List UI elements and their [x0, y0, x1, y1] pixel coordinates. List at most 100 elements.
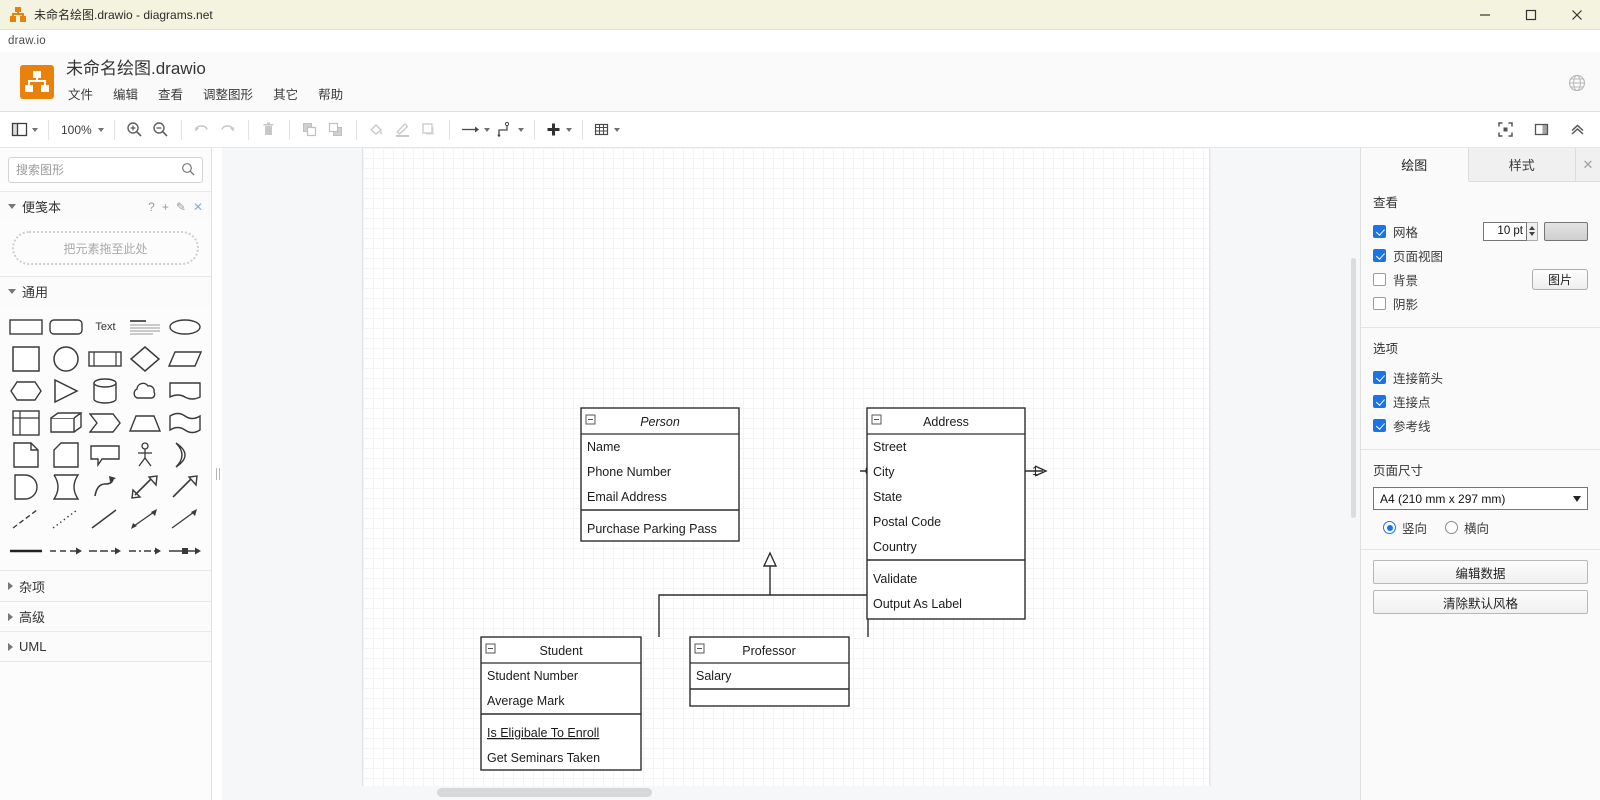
trash-icon[interactable]	[256, 117, 282, 143]
close-button[interactable]	[1554, 0, 1600, 30]
to-front-icon[interactable]	[297, 117, 323, 143]
grid-size-spinner[interactable]	[1527, 222, 1538, 241]
maximize-button[interactable]	[1508, 0, 1554, 30]
close-panel-icon[interactable]: ✕	[1576, 148, 1600, 181]
sidebar-splitter[interactable]	[212, 148, 222, 800]
grid-checkbox[interactable]	[1373, 225, 1386, 238]
shadow-checkbox[interactable]	[1373, 297, 1386, 310]
format-panel-icon[interactable]	[1528, 117, 1554, 143]
undo-icon[interactable]	[189, 117, 215, 143]
waypoints-icon[interactable]	[493, 117, 527, 143]
connection-points-checkbox[interactable]	[1373, 395, 1386, 408]
paper-size-select[interactable]: A4 (210 mm x 297 mm)	[1373, 487, 1588, 510]
canvas-area[interactable]: lives at 0..1 1 Person Name Phone Number	[222, 148, 1360, 800]
shape-rectangle[interactable]	[8, 316, 44, 338]
shape-double-arrow-line[interactable]	[127, 508, 163, 530]
shape-note[interactable]	[8, 444, 44, 466]
canvas-hscroll-track[interactable]	[222, 786, 1360, 800]
table-icon[interactable]	[590, 117, 623, 143]
grid-size-input[interactable]: 10 pt	[1483, 222, 1527, 241]
zoom-in-icon[interactable]	[122, 117, 148, 143]
scratchpad-help-icon[interactable]: ?	[148, 200, 155, 214]
scratchpad-dropzone[interactable]: 把元素拖至此处	[12, 231, 199, 265]
shape-dashed-arrow-2[interactable]	[87, 540, 123, 562]
connection-arrows-checkbox[interactable]	[1373, 371, 1386, 384]
tab-diagram[interactable]: 绘图	[1361, 148, 1469, 182]
shadow-icon[interactable]	[416, 117, 442, 143]
shape-trapezoid[interactable]	[127, 412, 163, 434]
search-shapes-box[interactable]	[8, 157, 203, 183]
shape-cube[interactable]	[48, 412, 84, 434]
orientation-landscape[interactable]: 横向	[1445, 518, 1489, 537]
zoom-out-icon[interactable]	[148, 117, 174, 143]
line-color-icon[interactable]	[390, 117, 416, 143]
shape-diamond[interactable]	[127, 348, 163, 370]
shape-curved-arrow[interactable]	[87, 476, 123, 498]
shape-parallelogram[interactable]	[167, 348, 203, 370]
fullscreen-icon[interactable]	[1492, 117, 1518, 143]
background-checkbox[interactable]	[1373, 273, 1386, 286]
shape-dashed-arrow-link[interactable]	[48, 540, 84, 562]
shape-directional-arrow[interactable]	[167, 476, 203, 498]
view-layout-icon[interactable]	[8, 117, 41, 143]
zoom-level-dropdown[interactable]: 100%	[56, 117, 107, 143]
shape-bidirectional-arrow[interactable]	[127, 476, 163, 498]
menu-arrange[interactable]: 调整图形	[201, 83, 255, 104]
shape-delay[interactable]	[8, 476, 44, 498]
background-image-button[interactable]: 图片	[1532, 269, 1588, 290]
scratchpad-close-icon[interactable]: ✕	[193, 200, 203, 214]
collapse-chevrons-icon[interactable]	[1564, 117, 1590, 143]
menu-extras[interactable]: 其它	[271, 83, 300, 104]
shape-rounded-rectangle[interactable]	[48, 316, 84, 338]
shape-card[interactable]	[48, 444, 84, 466]
shape-data-storage[interactable]	[48, 476, 84, 498]
shape-arrow-line[interactable]	[167, 508, 203, 530]
globe-icon[interactable]	[1568, 74, 1586, 92]
search-icon[interactable]	[181, 162, 195, 179]
shape-callout[interactable]	[87, 444, 123, 466]
orientation-portrait[interactable]: 竖向	[1383, 518, 1427, 537]
shape-actor[interactable]	[127, 444, 163, 466]
shape-square[interactable]	[8, 348, 44, 370]
grid-color-swatch[interactable]	[1544, 222, 1588, 241]
shape-solid-link[interactable]	[8, 540, 44, 562]
menu-help[interactable]: 帮助	[316, 83, 345, 104]
redo-icon[interactable]	[215, 117, 241, 143]
sidebar-section-scratchpad[interactable]: 便笺本 ? + ✎ ✕	[0, 191, 211, 221]
canvas-hscroll-thumb[interactable]	[437, 788, 652, 797]
scratchpad-add-icon[interactable]: +	[162, 200, 169, 214]
shape-hexagon[interactable]	[8, 380, 44, 402]
panel-scrollbar[interactable]	[1351, 258, 1357, 518]
menu-view[interactable]: 查看	[156, 83, 185, 104]
shape-cylinder[interactable]	[87, 380, 123, 402]
shape-tape[interactable]	[167, 412, 203, 434]
portrait-radio[interactable]	[1383, 521, 1396, 534]
minimize-button[interactable]	[1462, 0, 1508, 30]
fill-color-icon[interactable]	[364, 117, 390, 143]
insert-plus-icon[interactable]	[542, 117, 575, 143]
connection-arrow-icon[interactable]	[457, 117, 493, 143]
shape-cloud[interactable]	[127, 380, 163, 402]
clear-default-style-button[interactable]: 清除默认风格	[1373, 590, 1588, 614]
diagram-page[interactable]: lives at 0..1 1 Person Name Phone Number	[363, 148, 1209, 800]
shape-dot-arrow[interactable]	[167, 540, 203, 562]
shape-textbox[interactable]	[127, 316, 163, 338]
sidebar-section-advanced[interactable]: 高级	[0, 601, 211, 631]
shape-dotted-line[interactable]	[48, 508, 84, 530]
shape-triangle[interactable]	[48, 380, 84, 402]
sidebar-section-misc[interactable]: 杂项	[0, 571, 211, 601]
search-input[interactable]	[16, 163, 181, 177]
tab-style[interactable]: 样式	[1469, 148, 1577, 181]
scratchpad-edit-icon[interactable]: ✎	[176, 200, 186, 214]
shape-step[interactable]	[87, 412, 123, 434]
shape-internal-storage[interactable]	[8, 412, 44, 434]
shape-circle[interactable]	[48, 348, 84, 370]
shape-document[interactable]	[167, 380, 203, 402]
shape-process[interactable]	[87, 348, 123, 370]
to-back-icon[interactable]	[323, 117, 349, 143]
sidebar-section-uml[interactable]: UML	[0, 631, 211, 661]
guides-checkbox[interactable]	[1373, 419, 1386, 432]
shape-text[interactable]: Text	[87, 316, 123, 338]
menu-file[interactable]: 文件	[66, 83, 95, 104]
shape-or[interactable]	[167, 444, 203, 466]
